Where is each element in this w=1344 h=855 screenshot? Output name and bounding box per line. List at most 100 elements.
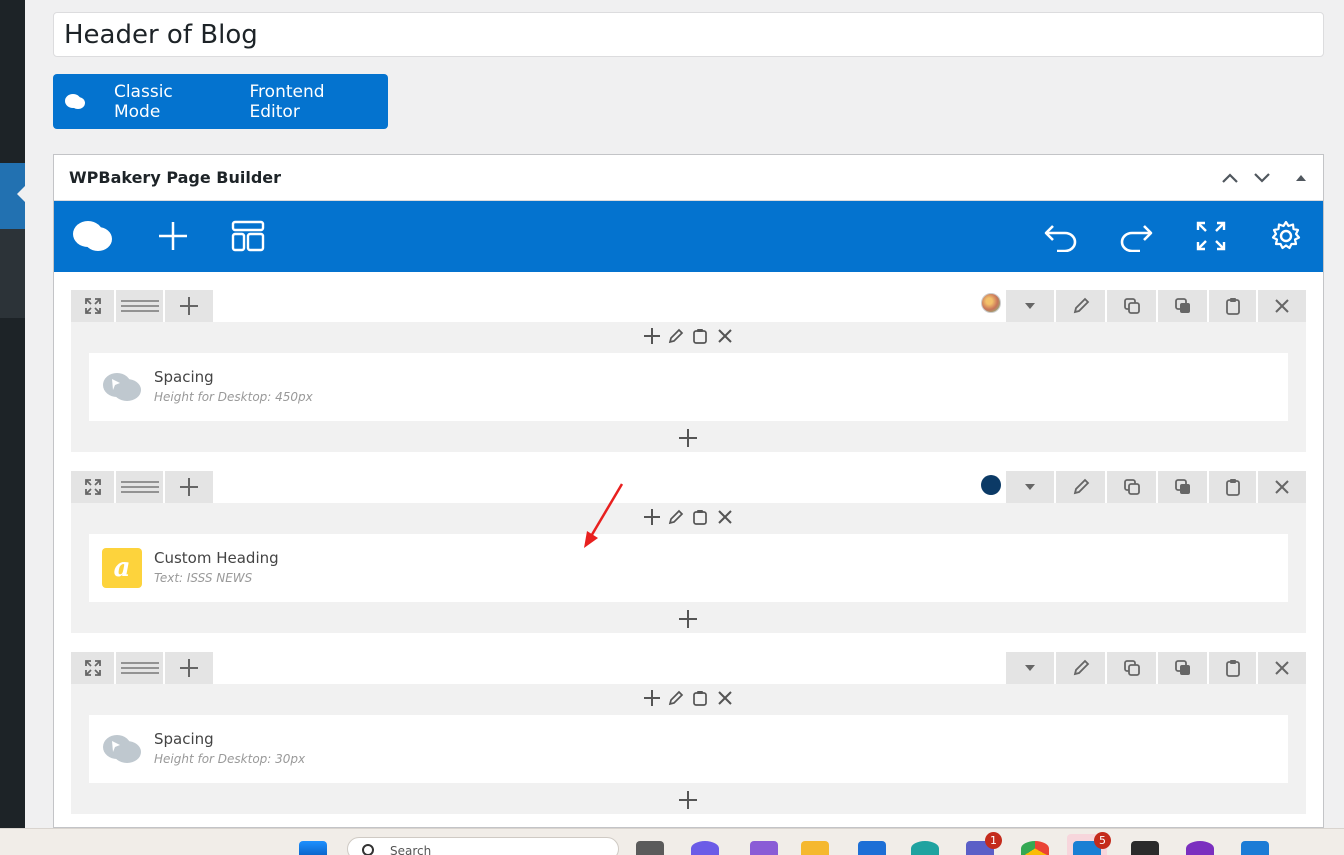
taskbar-search-box[interactable]: Search xyxy=(347,837,619,855)
spacing-element[interactable]: Spacing Height for Desktop: 30px xyxy=(89,715,1288,783)
undo-icon[interactable] xyxy=(1038,213,1084,259)
row-edit-pencil-icon[interactable] xyxy=(1056,652,1105,684)
row-clone-icon[interactable] xyxy=(1107,471,1156,503)
row-dropdown-icon[interactable] xyxy=(1006,652,1054,684)
add-element-plus-icon[interactable] xyxy=(676,607,700,631)
row-background-color-dot xyxy=(981,475,1001,495)
frontend-editor-button[interactable]: Frontend Editor xyxy=(234,74,388,129)
task-view-icon[interactable] xyxy=(636,841,664,855)
vscode-icon[interactable] xyxy=(1241,841,1269,855)
element-subtitle: Height for Desktop: 450px xyxy=(154,390,313,404)
row-layout-icon[interactable] xyxy=(116,290,163,322)
row-dropdown-icon[interactable] xyxy=(1006,471,1054,503)
row-resize-icon[interactable] xyxy=(71,652,114,684)
row-add-column-icon[interactable] xyxy=(165,652,213,684)
row-add-column-icon[interactable] xyxy=(165,471,213,503)
fullscreen-icon[interactable] xyxy=(1188,213,1234,259)
panel-header: WPBakery Page Builder xyxy=(54,155,1323,201)
file-explorer-icon[interactable] xyxy=(801,841,829,855)
row-layout-icon[interactable] xyxy=(116,652,163,684)
admin-sidebar xyxy=(0,0,25,828)
row-edit-pencil-icon[interactable] xyxy=(1056,290,1105,322)
edge-browser-icon[interactable] xyxy=(911,841,939,855)
row-2-column: a Custom Heading Text: ISSS NEWS xyxy=(71,503,1306,633)
admin-submenu[interactable] xyxy=(0,229,25,318)
editor-mode-bar: Classic Mode Frontend Editor xyxy=(53,74,388,129)
row-delete-close-icon[interactable] xyxy=(1258,290,1306,322)
search-text: Search xyxy=(390,844,432,855)
row-resize-icon[interactable] xyxy=(71,290,114,322)
settings-gear-icon[interactable] xyxy=(1263,213,1309,259)
row-paste-clipboard-icon[interactable] xyxy=(1209,290,1256,322)
chrome-icon[interactable] xyxy=(1021,841,1049,855)
element-subtitle: Height for Desktop: 30px xyxy=(154,752,306,766)
column-delete-icon[interactable] xyxy=(713,684,737,712)
row-1-column: Spacing Height for Desktop: 450px xyxy=(71,322,1306,452)
row-copy-icon[interactable] xyxy=(1158,652,1207,684)
row-resize-icon[interactable] xyxy=(71,471,114,503)
row-copy-icon[interactable] xyxy=(1158,290,1207,322)
custom-heading-icon: a xyxy=(102,548,142,588)
row-paste-clipboard-icon[interactable] xyxy=(1209,471,1256,503)
row-background-image-thumbnail xyxy=(981,293,1001,313)
row-delete-close-icon[interactable] xyxy=(1258,471,1306,503)
element-subtitle: Text: ISSS NEWS xyxy=(154,571,253,585)
spacing-cloud-icon xyxy=(102,729,142,769)
row-3: Spacing Height for Desktop: 30px xyxy=(71,652,1306,814)
column-add-icon[interactable] xyxy=(640,684,664,712)
add-element-icon[interactable] xyxy=(150,213,196,259)
column-clipboard-icon[interactable] xyxy=(688,503,712,531)
column-clipboard-icon[interactable] xyxy=(688,684,712,712)
templates-icon[interactable] xyxy=(225,213,271,259)
app-icon[interactable] xyxy=(1186,841,1214,855)
row-edit-pencil-icon[interactable] xyxy=(1056,471,1105,503)
column-edit-pencil-icon[interactable] xyxy=(664,684,688,712)
row-clone-icon[interactable] xyxy=(1107,652,1156,684)
search-icon xyxy=(362,844,374,855)
element-title: Custom Heading xyxy=(154,549,279,567)
windows-taskbar: Search 1 5 xyxy=(0,828,1344,855)
row-add-column-icon[interactable] xyxy=(165,290,213,322)
row-paste-clipboard-icon[interactable] xyxy=(1209,652,1256,684)
row-dropdown-icon[interactable] xyxy=(1006,290,1054,322)
element-title: Spacing xyxy=(154,730,214,748)
column-delete-icon[interactable] xyxy=(713,503,737,531)
admin-menu-active-item[interactable] xyxy=(0,163,25,229)
row-3-column: Spacing Height for Desktop: 30px xyxy=(71,684,1306,814)
element-title: Spacing xyxy=(154,368,214,386)
column-add-icon[interactable] xyxy=(640,503,664,531)
windows-start-icon[interactable] xyxy=(299,841,327,855)
column-edit-pencil-icon[interactable] xyxy=(664,503,688,531)
custom-heading-element[interactable]: a Custom Heading Text: ISSS NEWS xyxy=(89,534,1288,602)
wpbakery-cloud-icon[interactable] xyxy=(70,213,116,259)
row-layout-icon[interactable] xyxy=(116,471,163,503)
classic-mode-button[interactable]: Classic Mode xyxy=(98,74,234,129)
column-delete-icon[interactable] xyxy=(713,322,737,350)
wpbakery-panel: WPBakery Page Builder Spacing Height for… xyxy=(53,154,1324,828)
collapse-toggle-icon[interactable] xyxy=(1289,166,1313,190)
app-icon[interactable] xyxy=(750,841,778,855)
row-2: a Custom Heading Text: ISSS NEWS xyxy=(71,471,1306,633)
post-title-input[interactable] xyxy=(53,12,1324,57)
move-down-icon[interactable] xyxy=(1250,166,1274,190)
builder-toolbar xyxy=(54,201,1323,272)
notification-badge: 1 xyxy=(985,832,1002,849)
terminal-icon[interactable] xyxy=(1131,841,1159,855)
redo-icon[interactable] xyxy=(1113,213,1159,259)
app-icon[interactable] xyxy=(691,841,719,855)
panel-title: WPBakery Page Builder xyxy=(69,168,282,187)
spacing-element[interactable]: Spacing Height for Desktop: 450px xyxy=(89,353,1288,421)
column-add-icon[interactable] xyxy=(640,322,664,350)
app-icon[interactable] xyxy=(858,841,886,855)
row-clone-icon[interactable] xyxy=(1107,290,1156,322)
row-1: Spacing Height for Desktop: 450px xyxy=(71,290,1306,452)
wpbakery-logo-icon xyxy=(53,93,98,111)
row-copy-icon[interactable] xyxy=(1158,471,1207,503)
column-clipboard-icon[interactable] xyxy=(688,322,712,350)
row-delete-close-icon[interactable] xyxy=(1258,652,1306,684)
annotation-arrow xyxy=(584,483,624,548)
move-up-icon[interactable] xyxy=(1218,166,1242,190)
add-element-plus-icon[interactable] xyxy=(676,426,700,450)
column-edit-pencil-icon[interactable] xyxy=(664,322,688,350)
add-element-plus-icon[interactable] xyxy=(676,788,700,812)
